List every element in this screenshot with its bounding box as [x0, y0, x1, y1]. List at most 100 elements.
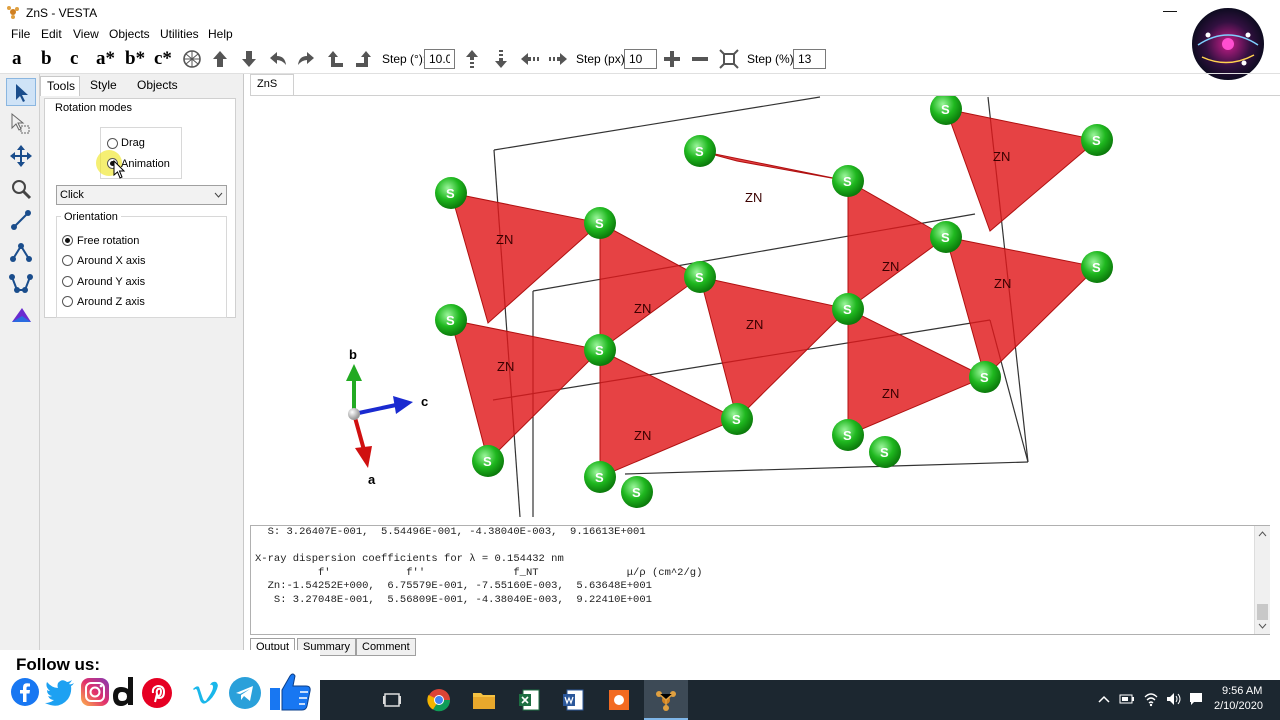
free-rotation-radio[interactable] — [62, 235, 73, 246]
around-z-radio[interactable] — [62, 296, 73, 307]
excel-icon[interactable] — [517, 688, 541, 712]
crystal-structure-scene[interactable]: ZN ZN ZN ZN ZN ZN ZN ZN ZN ZN S S S S S S S S S S S S S S S S S S S… — [250, 93, 1280, 521]
rotate-up-icon[interactable] — [209, 48, 231, 70]
output-scrollbar[interactable] — [1254, 526, 1270, 634]
vimeo-icon[interactable] — [191, 681, 219, 705]
vesta-app-icon — [7, 6, 19, 19]
menu-file[interactable]: File — [11, 27, 30, 41]
output-text: S: 3.26407E-001, 5.54496E-001, -4.38040E… — [255, 526, 702, 607]
rotation-modes-title: Rotation modes — [52, 102, 136, 114]
volume-icon[interactable] — [1165, 691, 1183, 707]
menu-view[interactable]: View — [73, 27, 99, 41]
sulfur-label: S — [732, 412, 741, 427]
view-along-a-button[interactable]: a — [12, 48, 22, 70]
chrome-icon[interactable] — [427, 688, 451, 712]
notification-icon[interactable] — [1188, 691, 1204, 707]
around-z-label: Around Z axis — [77, 296, 145, 308]
drag-radio[interactable] — [107, 138, 118, 149]
standard-orientation-icon[interactable] — [181, 48, 203, 70]
rotate-right-icon[interactable] — [295, 48, 317, 70]
scroll-up-icon[interactable] — [1258, 530, 1267, 537]
tab-objects[interactable]: Objects — [131, 76, 184, 96]
sulfur-label: S — [695, 144, 704, 159]
zoom-in-icon[interactable] — [661, 48, 683, 70]
rotate-left-icon[interactable] — [267, 48, 289, 70]
translate-icon[interactable] — [9, 144, 33, 168]
zoom-out-icon[interactable] — [689, 48, 711, 70]
word-icon[interactable] — [561, 688, 585, 712]
step-pct-input[interactable] — [793, 49, 826, 69]
angle-icon[interactable] — [9, 240, 33, 264]
view-along-b-star-button[interactable]: b* — [125, 48, 145, 70]
axis-a-arrowhead — [355, 446, 372, 468]
menu-utilities[interactable]: Utilities — [160, 27, 199, 41]
rotate-ccw-icon[interactable] — [324, 48, 346, 70]
facebook-icon[interactable] — [10, 677, 40, 707]
scroll-thumb[interactable] — [1257, 604, 1268, 620]
move-left-icon[interactable] — [519, 48, 541, 70]
menu-bar: File Edit View Objects Utilities Help — [0, 24, 1280, 44]
dihedral-angle-icon[interactable] — [9, 272, 33, 296]
battery-icon[interactable] — [1119, 693, 1135, 705]
rotate-cw-icon[interactable] — [353, 48, 375, 70]
vesta-taskbar-button[interactable] — [644, 680, 688, 720]
tab-tools[interactable]: Tools — [40, 76, 80, 96]
image-viewer-icon[interactable] — [607, 688, 631, 712]
wifi-icon[interactable] — [1143, 691, 1159, 707]
minimize-button[interactable]: — — [1163, 2, 1177, 18]
twitter-icon[interactable] — [44, 677, 76, 707]
menu-help[interactable]: Help — [208, 27, 233, 41]
zn-label: ZN — [746, 317, 763, 332]
like-thumbs-up-icon[interactable] — [268, 670, 314, 714]
sulfur-label: S — [483, 454, 492, 469]
distance-icon[interactable] — [9, 208, 33, 232]
around-y-radio[interactable] — [62, 276, 73, 287]
scroll-down-icon[interactable] — [1258, 623, 1267, 630]
lattice-plane-icon[interactable] — [9, 304, 35, 328]
file-explorer-icon[interactable] — [472, 689, 496, 711]
view-along-c-button[interactable]: c — [70, 48, 78, 70]
zn-label: ZN — [882, 386, 899, 401]
step-px-label: Step (px): — [576, 52, 629, 66]
step-px-input[interactable] — [624, 49, 657, 69]
sulfur-label: S — [446, 186, 455, 201]
view-along-b-button[interactable]: b — [41, 48, 52, 70]
tab-style[interactable]: Style — [84, 76, 123, 96]
instagram-icon[interactable] — [80, 677, 110, 707]
magnifier-icon[interactable] — [10, 178, 32, 200]
move-right-icon[interactable] — [547, 48, 569, 70]
tray-chevron-up-icon[interactable] — [1098, 694, 1110, 704]
fit-to-screen-icon[interactable] — [718, 48, 740, 70]
sulfur-label: S — [980, 370, 989, 385]
sulfur-label: S — [695, 270, 704, 285]
move-down-icon[interactable] — [490, 48, 512, 70]
menu-edit[interactable]: Edit — [41, 27, 62, 41]
select-region-icon[interactable] — [8, 112, 32, 136]
tab-comment[interactable]: Comment — [356, 638, 416, 656]
view-along-a-star-button[interactable]: a* — [96, 48, 115, 70]
zn-tetrahedron — [699, 276, 850, 420]
menu-objects[interactable]: Objects — [109, 27, 150, 41]
output-text-area[interactable]: S: 3.26407E-001, 5.54496E-001, -4.38040E… — [250, 525, 1270, 635]
sulfur-label: S — [595, 470, 604, 485]
taskbar-time[interactable]: 9:56 AM — [1222, 685, 1262, 697]
sulfur-label: S — [880, 445, 889, 460]
taskbar-date[interactable]: 2/10/2020 — [1214, 700, 1263, 712]
sulfur-label: S — [595, 216, 604, 231]
window-title: ZnS - VESTA — [26, 6, 98, 20]
around-x-radio[interactable] — [62, 255, 73, 266]
tab-zns[interactable]: ZnS — [250, 74, 294, 96]
axis-c-arrowhead — [393, 396, 413, 414]
select-arrow-icon[interactable] — [12, 82, 32, 104]
step-deg-input[interactable] — [424, 49, 455, 69]
view-along-c-star-button[interactable]: c* — [154, 48, 172, 70]
rotate-down-icon[interactable] — [238, 48, 260, 70]
task-view-icon[interactable] — [382, 690, 402, 710]
rotation-trigger-select[interactable]: Click — [56, 185, 227, 205]
pinterest-icon[interactable] — [141, 677, 173, 709]
dailymotion-icon[interactable] — [111, 675, 139, 709]
move-up-icon[interactable] — [461, 48, 483, 70]
telegram-icon[interactable] — [228, 676, 262, 710]
sulfur-label: S — [941, 102, 950, 117]
structure-viewport[interactable]: ZN ZN ZN ZN ZN ZN ZN ZN ZN ZN S S S S S S S S S S S S S S S S S S S… — [250, 93, 1280, 521]
